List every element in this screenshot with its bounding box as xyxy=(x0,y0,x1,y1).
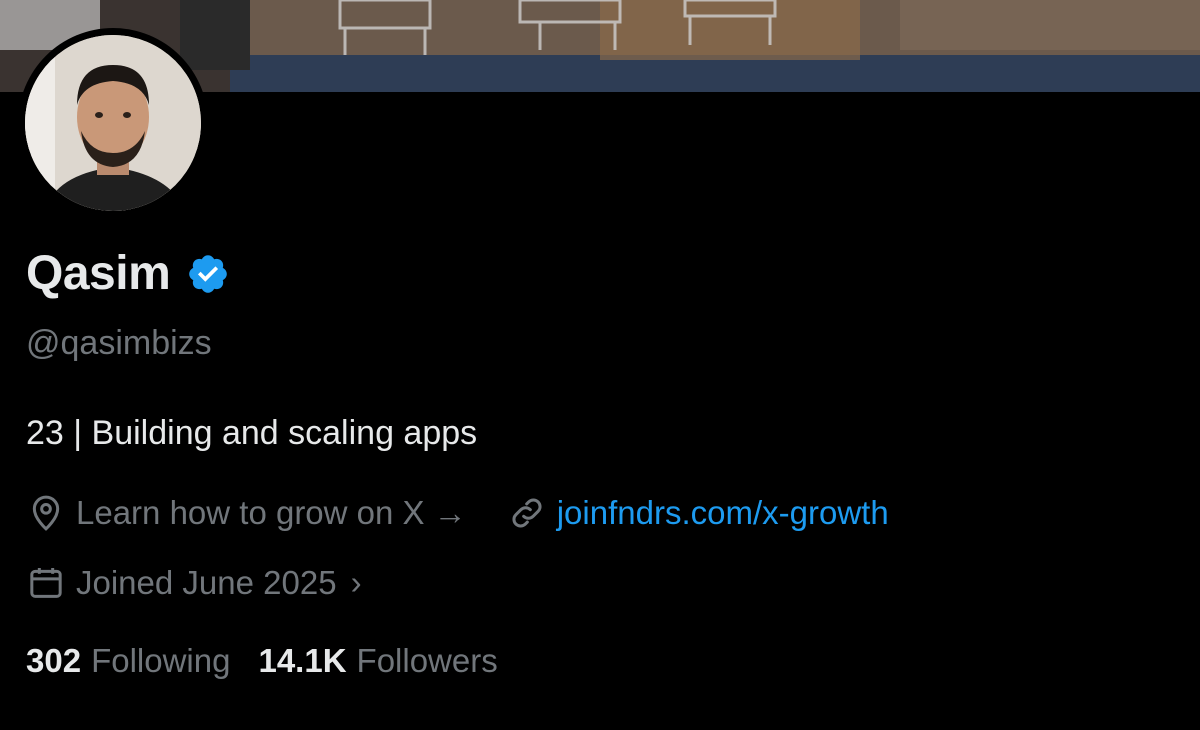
avatar-photo xyxy=(25,35,201,211)
profile-handle: @qasimbizs xyxy=(26,324,212,362)
location-pin-icon xyxy=(26,493,66,533)
profile-name: Qasim xyxy=(26,247,171,300)
profile-joined-row[interactable]: Joined June 2025 › xyxy=(26,563,362,603)
link-icon xyxy=(507,493,547,533)
joined-text: Joined June 2025 xyxy=(76,564,337,601)
profile-name-row: Qasim xyxy=(26,246,230,301)
following-label: Following xyxy=(91,642,231,679)
verified-badge-icon[interactable] xyxy=(186,252,230,296)
followers-stat[interactable]: 14.1K Followers xyxy=(258,642,497,680)
chevron-right-icon: › xyxy=(350,564,362,601)
followers-label: Followers xyxy=(356,642,498,679)
following-stat[interactable]: 302 Following xyxy=(26,642,230,680)
profile-avatar[interactable] xyxy=(18,28,208,218)
following-count: 302 xyxy=(26,642,82,679)
calendar-icon xyxy=(26,563,66,603)
profile-location: Learn how to grow on X → xyxy=(26,493,467,533)
profile-meta-row: Learn how to grow on X → joinfndrs.com/x… xyxy=(26,493,889,533)
profile-bio: 23 | Building and scaling apps xyxy=(26,414,478,452)
followers-count: 14.1K xyxy=(258,642,347,679)
website-link[interactable]: joinfndrs.com/x-growth xyxy=(557,494,889,532)
profile-website[interactable]: joinfndrs.com/x-growth xyxy=(507,493,889,533)
profile-stats: 302 Following 14.1K Followers xyxy=(26,642,498,680)
location-text: Learn how to grow on X → xyxy=(76,494,467,531)
